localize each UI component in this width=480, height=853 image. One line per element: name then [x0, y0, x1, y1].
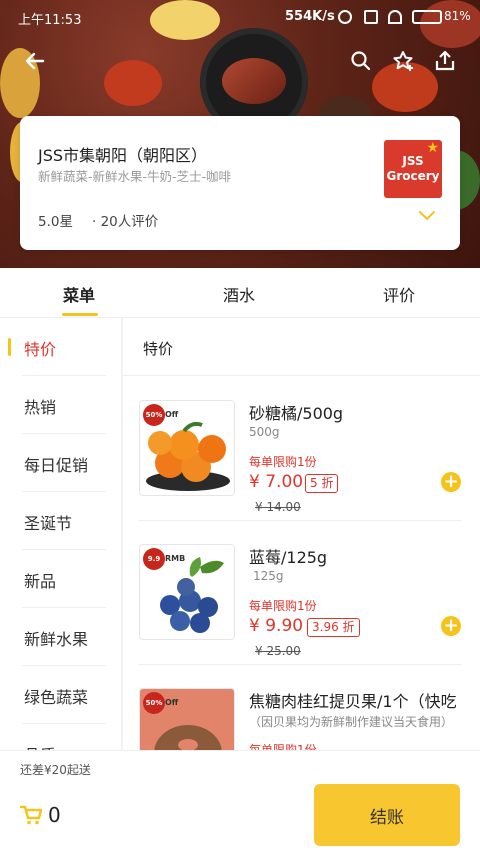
product-image: 50% Off [139, 400, 235, 496]
sidebar-item-label: 新品 [24, 572, 57, 591]
banner-food-image [222, 58, 286, 104]
store-logo: ★ JSS Grocery [384, 140, 442, 198]
back-button[interactable] [22, 48, 48, 74]
checkout-label: 结账 [370, 807, 404, 828]
tab-reviews[interactable]: 评价 [383, 282, 415, 306]
checkout-button[interactable]: 结账 [314, 784, 460, 846]
sidebar-item-label: 新鲜水果 [24, 630, 89, 649]
sidebar-item-daily-promo[interactable]: 每日促销 [0, 434, 122, 492]
star-plus-icon [393, 51, 413, 71]
search-icon [351, 51, 371, 71]
product-spec: 500g [249, 425, 280, 439]
active-tab-indicator [62, 313, 98, 316]
arrow-left-icon [25, 52, 45, 70]
product-image: 50% Off [139, 688, 235, 750]
store-review-count[interactable]: · 20人评价 [92, 210, 158, 230]
active-category-indicator [8, 338, 11, 356]
sidebar-item-label: 特价 [24, 340, 57, 359]
sidebar-item-label: 每日促销 [24, 456, 89, 475]
product-price: ¥ 9.90 [249, 616, 304, 636]
original-price: ¥ 25.00 [255, 644, 301, 658]
sidebar-item-label: 圣诞节 [24, 514, 73, 533]
sidebar-item-new[interactable]: 新品 [0, 550, 122, 608]
product-price: ¥ 7.00 [249, 472, 304, 492]
checkout-bar: 还差¥20起送 0 结账 [0, 750, 480, 853]
tab-drinks[interactable]: 酒水 [223, 282, 255, 306]
product-item[interactable]: 50% Off 焦糖肉桂红提贝果/1个（快吃 （因贝果均为新鲜制作建议当天食用）… [123, 688, 480, 750]
promo-badge: 9.9 [143, 548, 165, 570]
logo-line: Grocery [386, 169, 440, 183]
cart-count: 0 [48, 803, 61, 827]
network-speed: 554K/s [285, 9, 335, 24]
product-image: 9.9 RMB [139, 544, 235, 640]
product-spec: 125g [253, 569, 284, 583]
promo-badge: 50% [143, 692, 165, 714]
promo-badge-suffix: Off [165, 410, 179, 419]
product-list: 特价 50% Off 砂糖橘/500g 500g 每单限购1份 ¥ 7.00 5… [123, 318, 480, 750]
discount-tag: 5 折 [305, 474, 339, 493]
status-time: 上午11:53 [18, 13, 82, 28]
discount-tag: 3.96 折 [307, 618, 360, 637]
store-tags: 新鲜蔬菜-新鲜水果-牛奶-芝士-咖啡 [38, 169, 232, 184]
star-icon: ★ [426, 140, 439, 156]
original-price: ¥ 14.00 [255, 500, 301, 514]
divider [139, 520, 461, 521]
search-button[interactable] [348, 48, 374, 74]
sidebar-item-green-veg[interactable]: 绿色蔬菜 [0, 666, 122, 724]
promo-badge: 50% [143, 404, 165, 426]
sidebar-item-christmas[interactable]: 圣诞节 [0, 492, 122, 550]
cart-icon[interactable] [20, 805, 42, 825]
divider [123, 375, 480, 376]
minimum-order-notice: 还差¥20起送 [20, 763, 91, 777]
divider [139, 664, 461, 665]
purchase-limit: 每单限购1份 [249, 599, 317, 613]
battery-icon [412, 10, 442, 24]
promo-badge-suffix: Off [165, 698, 179, 707]
sidebar-item-fresh-fruit[interactable]: 新鲜水果 [0, 608, 122, 666]
product-name: 蓝莓/125g [249, 548, 328, 567]
category-sidebar: 特价 热销 每日促销 圣诞节 新品 新鲜水果 绿色蔬菜 品质 [0, 318, 122, 765]
section-title: 特价 [143, 340, 174, 358]
chevron-down-icon[interactable] [418, 208, 436, 222]
tab-bar: 菜单 酒水 评价 [0, 268, 480, 318]
alarm-icon [338, 10, 352, 24]
banner-food-image [104, 60, 162, 106]
purchase-limit: 每单限购1份 [249, 455, 317, 469]
product-name: 砂糖橘/500g [249, 404, 344, 423]
product-name: 焦糖肉桂红提贝果/1个（快吃 [249, 692, 457, 711]
product-item[interactable]: 50% Off 砂糖橘/500g 500g 每单限购1份 ¥ 7.00 5 折 … [123, 400, 480, 544]
product-spec: （因贝果均为新鲜制作建议当天食用） [249, 715, 454, 729]
tab-menu[interactable]: 菜单 [63, 282, 95, 306]
favorite-button[interactable] [390, 48, 416, 74]
status-bar: 上午11:53 554K/s 81% [0, 0, 480, 34]
store-rating: 5.0星 [38, 214, 73, 230]
sidebar-item-special[interactable]: 特价 [0, 318, 122, 376]
share-icon [435, 50, 455, 71]
product-item[interactable]: 9.9 RMB 蓝莓/125g 125g 每单限购1份 ¥ 9.90 3.96 … [123, 544, 480, 688]
sidebar-item-label: 热销 [24, 398, 57, 417]
purchase-limit: 每单限购1份 [249, 743, 317, 750]
sim-icon [364, 10, 378, 24]
add-to-cart-button[interactable]: + [441, 472, 461, 492]
logo-line: JSS [402, 154, 424, 168]
promo-badge-suffix: RMB [165, 554, 186, 563]
store-info-card[interactable]: JSS市集朝阳（朝阳区） 新鲜蔬菜-新鲜水果-牛奶-芝士-咖啡 5.0星 · 2… [20, 116, 460, 250]
wifi-icon [388, 10, 402, 24]
sidebar-item-hot[interactable]: 热销 [0, 376, 122, 434]
store-name: JSS市集朝阳（朝阳区） [38, 146, 208, 165]
add-to-cart-button[interactable]: + [441, 616, 461, 636]
sidebar-item-label: 绿色蔬菜 [24, 688, 89, 707]
share-button[interactable] [432, 48, 458, 74]
battery-level: 81% [444, 9, 471, 23]
